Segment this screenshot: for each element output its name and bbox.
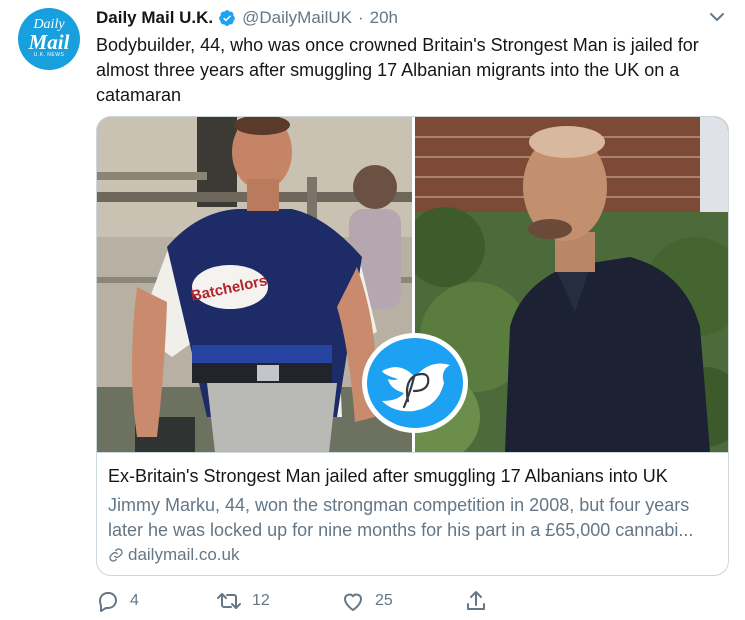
link-icon bbox=[109, 548, 123, 562]
reply-count: 4 bbox=[130, 592, 139, 609]
share-button[interactable] bbox=[464, 590, 498, 612]
action-bar: 4 12 25 bbox=[96, 590, 516, 616]
account-name[interactable]: Daily Mail U.K. bbox=[96, 8, 213, 28]
card-content[interactable]: Ex-Britain's Strongest Man jailed after … bbox=[97, 452, 728, 575]
avatar[interactable]: Daily Mail U.K. NEWS bbox=[18, 8, 80, 70]
like-count: 25 bbox=[375, 592, 393, 609]
watermark-badge bbox=[362, 333, 468, 433]
card-domain[interactable]: dailymail.co.uk bbox=[108, 545, 240, 565]
card-description: Jimmy Marku, 44, won the strongman compe… bbox=[108, 495, 694, 540]
tweet-header: Daily Mail U.K. @DailyMailUK · 20h bbox=[96, 6, 398, 30]
tweet-time[interactable]: 20h bbox=[370, 8, 398, 28]
tweet-text: Bodybuilder, 44, who was once crowned Br… bbox=[96, 35, 699, 105]
account-handle[interactable]: @DailyMailUK bbox=[242, 8, 352, 28]
card-domain-text: dailymail.co.uk bbox=[128, 545, 240, 564]
chevron-down-icon[interactable] bbox=[706, 8, 728, 26]
header-separator: · bbox=[357, 8, 364, 27]
retweet-icon bbox=[217, 593, 241, 609]
reply-icon bbox=[99, 592, 117, 612]
retweet-count: 12 bbox=[252, 592, 270, 609]
reply-button[interactable]: 4 bbox=[96, 590, 139, 612]
like-button[interactable]: 25 bbox=[341, 590, 393, 612]
heart-icon bbox=[344, 593, 362, 611]
card-title[interactable]: Ex-Britain's Strongest Man jailed after … bbox=[108, 466, 668, 487]
share-icon bbox=[467, 591, 485, 610]
avatar-logo-line3: U.K. NEWS bbox=[33, 52, 65, 58]
verified-badge-icon bbox=[219, 10, 236, 26]
retweet-button[interactable]: 12 bbox=[216, 590, 270, 612]
avatar-logo-line2: Mail bbox=[28, 30, 70, 54]
tweet[interactable]: Daily Mail U.K. NEWS Daily Mail U.K. @Da… bbox=[0, 0, 745, 620]
